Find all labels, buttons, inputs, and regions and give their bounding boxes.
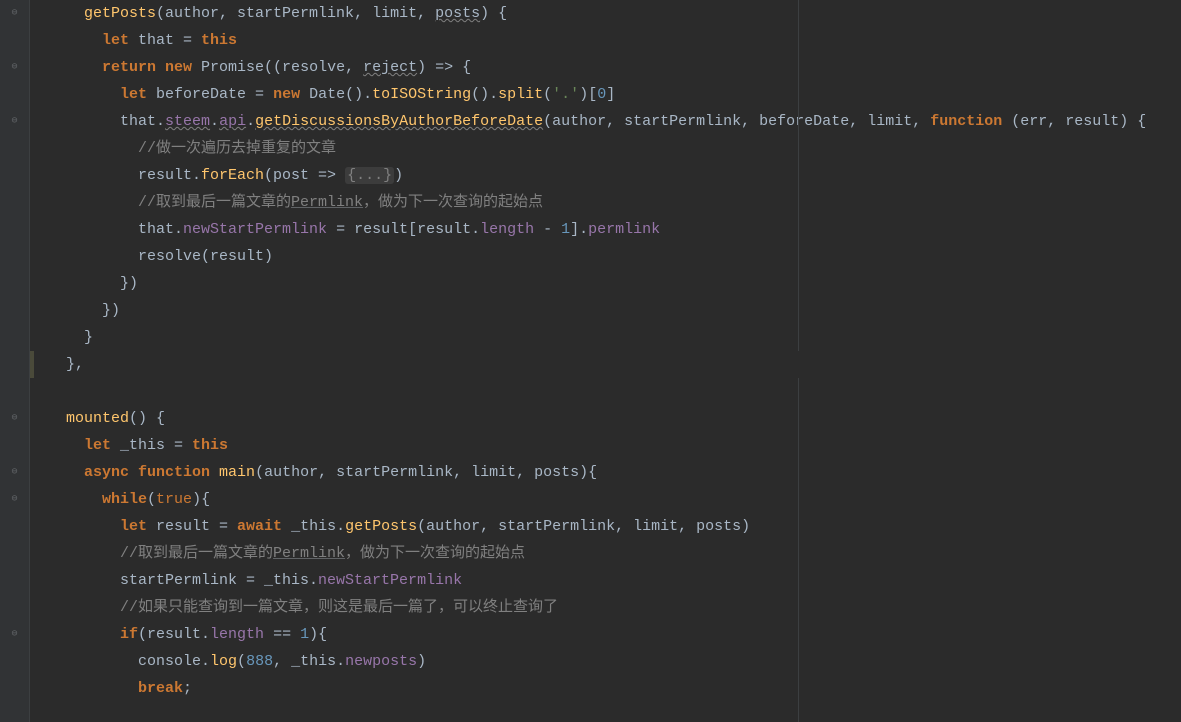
code-line[interactable]: startPermlink = _this.newStartPermlink — [48, 567, 1181, 594]
code-line[interactable] — [48, 378, 1181, 405]
fold-marker[interactable]: ⊖ — [0, 459, 29, 486]
code-line[interactable]: //如果只能查询到一篇文章，则这是最后一篇了，可以终止查询了 — [48, 594, 1181, 621]
code-line[interactable]: let beforeDate = new Date().toISOString(… — [48, 81, 1181, 108]
code-line[interactable]: let _this = this — [48, 432, 1181, 459]
code-line[interactable]: let result = await _this.getPosts(author… — [48, 513, 1181, 540]
code-line[interactable]: } — [48, 324, 1181, 351]
code-line[interactable]: while(true){ — [48, 486, 1181, 513]
code-line[interactable]: async function main(author, startPermlin… — [48, 459, 1181, 486]
code-line[interactable]: mounted() { — [48, 405, 1181, 432]
code-line[interactable]: result.forEach(post => {...}) — [48, 162, 1181, 189]
editor-gutter: ⊖ ⊖ ⊖ ⊖ ⊖ ⊖ ⊖ — [0, 0, 30, 722]
code-line[interactable]: //取到最后一篇文章的Permlink，做为下一次查询的起始点 — [48, 540, 1181, 567]
code-line[interactable]: if(result.length == 1){ — [48, 621, 1181, 648]
code-line[interactable]: break; — [48, 675, 1181, 702]
code-line[interactable]: }) — [48, 270, 1181, 297]
code-fold-icon: {...} — [345, 167, 394, 184]
code-line[interactable]: that.steem.api.getDiscussionsByAuthorBef… — [48, 108, 1181, 135]
code-line[interactable]: getPosts(author, startPermlink, limit, p… — [48, 0, 1181, 27]
fold-marker[interactable]: ⊖ — [0, 54, 29, 81]
fold-marker[interactable]: ⊖ — [0, 486, 29, 513]
code-line[interactable]: return new Promise((resolve, reject) => … — [48, 54, 1181, 81]
code-line[interactable]: //取到最后一篇文章的Permlink，做为下一次查询的起始点 — [48, 189, 1181, 216]
code-line[interactable]: }) — [48, 297, 1181, 324]
code-editor[interactable]: getPosts(author, startPermlink, limit, p… — [30, 0, 1181, 722]
fold-marker[interactable]: ⊖ — [0, 621, 29, 648]
code-line[interactable]: resolve(result) — [48, 243, 1181, 270]
code-line[interactable]: console.log(888, _this.newposts) — [48, 648, 1181, 675]
fold-marker[interactable]: ⊖ — [0, 405, 29, 432]
code-line[interactable]: that.newStartPermlink = result[result.le… — [48, 216, 1181, 243]
code-line[interactable]: }, — [48, 351, 1181, 378]
fold-marker[interactable]: ⊖ — [0, 108, 29, 135]
code-line[interactable]: let that = this — [48, 27, 1181, 54]
code-line[interactable]: //做一次遍历去掉重复的文章 — [48, 135, 1181, 162]
fold-marker[interactable]: ⊖ — [0, 0, 29, 27]
